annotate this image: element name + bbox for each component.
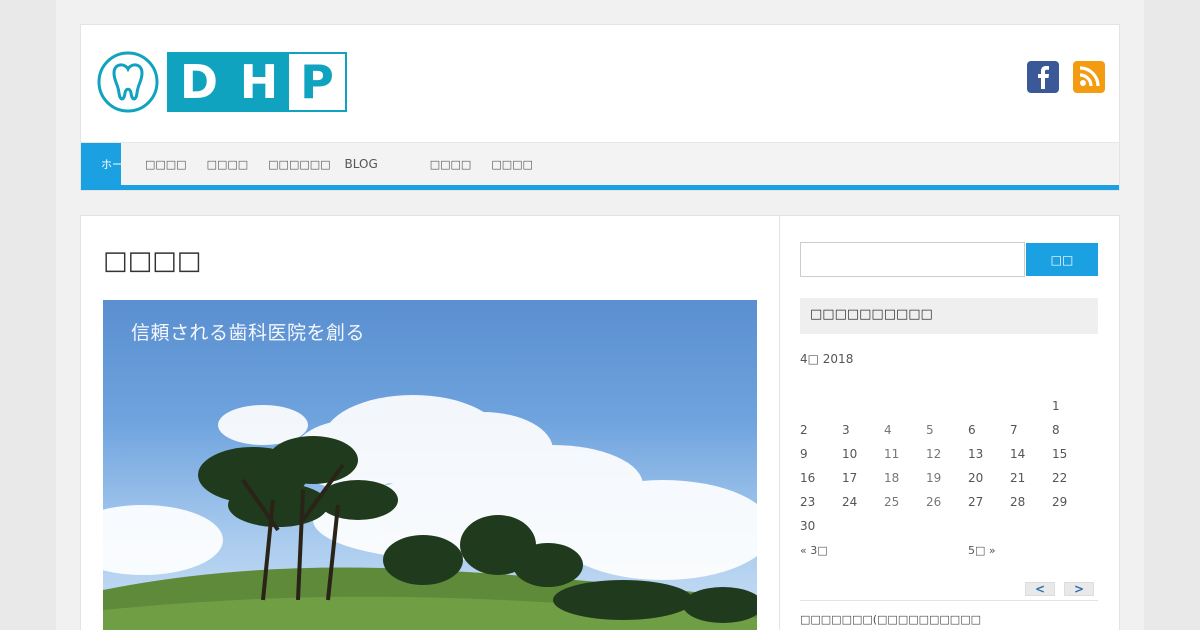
calendar-day: 15 [1052, 447, 1068, 461]
calendar-day: 12 [926, 447, 942, 461]
calendar-day: 5 [926, 423, 934, 437]
nav-item-2[interactable]: □□□□ [197, 158, 259, 171]
calendar-day: 20 [968, 471, 984, 485]
calendar-day: 24 [842, 495, 858, 509]
site-logo[interactable]: D H P [97, 51, 347, 113]
logo-letter-p: P [289, 54, 345, 110]
calendar-day: 1 [1052, 399, 1060, 413]
calendar-week: 16 17 18 19 20 21 22 [800, 466, 1098, 490]
content-area: □□□□ 信頼される歯科医院を創る □□ □□□□□□□□□□ 4□ 2018 … [80, 215, 1120, 630]
search-form: □□ [800, 242, 1098, 277]
calendar-day: 28 [1010, 495, 1026, 509]
calendar-day: 25 [884, 495, 900, 509]
calendar-week: 9 10 11 12 13 14 15 [800, 442, 1098, 466]
calendar-day: 13 [968, 447, 984, 461]
tooth-icon [97, 51, 159, 113]
calendar-day: 17 [842, 471, 858, 485]
calendar-day: 26 [926, 495, 942, 509]
nav-item-5[interactable]: □□□□ [420, 158, 482, 171]
nav-item-blog[interactable]: BLOG [341, 157, 420, 171]
rss-icon[interactable] [1073, 61, 1105, 93]
calendar-day: 11 [884, 447, 900, 461]
calendar-week: 2 3 4 5 6 7 8 [800, 418, 1098, 442]
hero-image: 信頼される歯科医院を創る [103, 300, 757, 630]
calendar-day: 30 [800, 519, 816, 533]
sidebar-divider [800, 600, 1098, 601]
site-header: D H P ホーム □□□□ □□□□ □□□□□□ BLOG □□□□ □□□… [80, 24, 1120, 191]
calendar-day: 27 [968, 495, 984, 509]
calendar-week: 23 24 25 26 27 28 29 [800, 490, 1098, 514]
calendar-day: 7 [1010, 423, 1018, 437]
calendar-day: 8 [1052, 423, 1060, 437]
social-links [1027, 61, 1105, 93]
calendar-day: 29 [1052, 495, 1068, 509]
calendar-day: 2 [800, 423, 808, 437]
calendar-day: 19 [926, 471, 942, 485]
calendar-day: 21 [1010, 471, 1026, 485]
page-wrapper: D H P ホーム □□□□ □□□□ □□□□□□ BLOG □□□□ □□□… [56, 0, 1144, 630]
search-button[interactable]: □□ [1026, 243, 1098, 276]
nav-item-3[interactable]: □□□□□□ [258, 158, 340, 171]
main-column: □□□□ 信頼される歯科医院を創る [81, 216, 780, 630]
calendar-day: 22 [1052, 471, 1068, 485]
calendar-day: 23 [800, 495, 816, 509]
nav-item-1[interactable]: □□□□ [121, 158, 197, 171]
logo-letter-h: H [239, 55, 279, 109]
calendar-week: 30 [800, 514, 1098, 538]
facebook-icon[interactable] [1027, 61, 1059, 93]
nav-item-6[interactable]: □□□□ [481, 158, 543, 171]
calendar-day: 3 [842, 423, 850, 437]
calendar-widget-title: □□□□□□□□□□ [800, 298, 1098, 334]
calendar-day: 6 [968, 423, 976, 437]
calendar-week: 1 [800, 394, 1098, 418]
pager-next-button[interactable]: > [1064, 582, 1094, 596]
calendar-day: 16 [800, 471, 816, 485]
hero-caption: 信頼される歯科医院を創る [131, 322, 366, 344]
calendar-grid: 1 2 3 4 5 6 7 8 9 10 11 12 13 14 15 16 1… [800, 394, 1098, 538]
calendar-prev-month[interactable]: « 3□ [800, 544, 828, 557]
hero-landscape [103, 395, 757, 630]
page-title: □□□□ [103, 246, 202, 276]
calendar-day: 9 [800, 447, 808, 461]
logo-letter-d: D [179, 55, 219, 109]
recent-post-link[interactable]: □□□□□□□(□□□□□□□□□□ [800, 613, 981, 626]
widget-pager: < > [1025, 582, 1094, 596]
calendar-day: 18 [884, 471, 900, 485]
main-nav: ホーム □□□□ □□□□ □□□□□□ BLOG □□□□ □□□□ [81, 142, 1119, 190]
calendar-day: 10 [842, 447, 858, 461]
calendar-next-month[interactable]: 5□ » [968, 544, 996, 557]
calendar-day: 4 [884, 423, 892, 437]
calendar-day: 14 [1010, 447, 1026, 461]
nav-home[interactable]: ホーム [81, 142, 121, 186]
logo-wordmark: D H P [167, 52, 347, 112]
pager-prev-button[interactable]: < [1025, 582, 1055, 596]
search-input[interactable] [800, 242, 1025, 277]
calendar-caption: 4□ 2018 [800, 352, 854, 366]
